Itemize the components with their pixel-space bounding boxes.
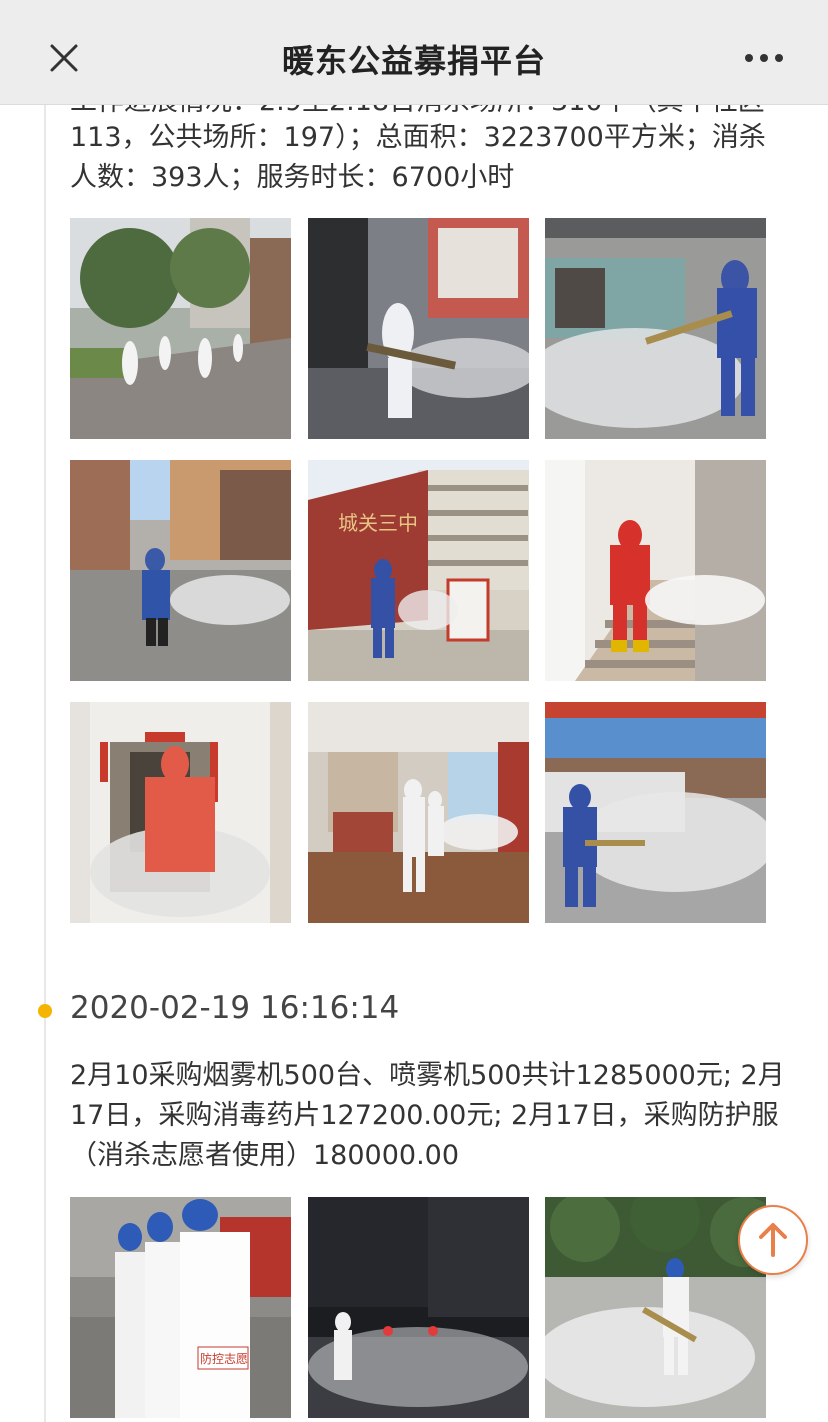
photo-thumbnail[interactable]: 防控志愿 bbox=[70, 1197, 291, 1418]
post-text: 113，公共场所：197）；总面积：3223700平方米；消杀人数：393人；服… bbox=[70, 122, 766, 193]
photo-thumbnail[interactable] bbox=[545, 460, 766, 681]
photo-thumbnail[interactable] bbox=[545, 218, 766, 439]
arrow-up-icon bbox=[759, 1223, 787, 1257]
app-header: 暖东公益募捐平台 bbox=[0, 0, 828, 104]
photo-thumbnail[interactable] bbox=[545, 1197, 766, 1418]
page-title: 暖东公益募捐平台 bbox=[281, 42, 546, 80]
photo-thumbnail[interactable] bbox=[70, 702, 291, 923]
vest-label: 防控志愿 bbox=[200, 1351, 248, 1366]
timeline-dot bbox=[38, 1004, 52, 1018]
photo-thumbnail[interactable] bbox=[308, 1197, 529, 1418]
photo-thumbnail[interactable] bbox=[308, 218, 529, 439]
post-timestamp: 2020-02-19 16:16:14 bbox=[70, 990, 400, 1026]
post-text: 2月10采购烟雾机500台、喷雾机500共计1285000元; 2月17日，采购… bbox=[70, 1060, 785, 1171]
more-dots-icon[interactable] bbox=[740, 46, 790, 70]
photo-thumbnail[interactable] bbox=[70, 460, 291, 681]
photo-thumbnail[interactable] bbox=[70, 218, 291, 439]
photo-thumbnail[interactable] bbox=[308, 702, 529, 923]
photo-thumbnail[interactable] bbox=[545, 702, 766, 923]
photo-thumbnail[interactable]: 城关三中 bbox=[308, 460, 529, 681]
timeline-line bbox=[44, 104, 46, 1422]
page-content: 工作进展情况：2.9至2.18日消杀场所：310个（其中社区 113，公共场所：… bbox=[0, 0, 828, 1422]
school-sign: 城关三中 bbox=[338, 511, 418, 535]
scroll-top-button[interactable] bbox=[738, 1205, 808, 1275]
